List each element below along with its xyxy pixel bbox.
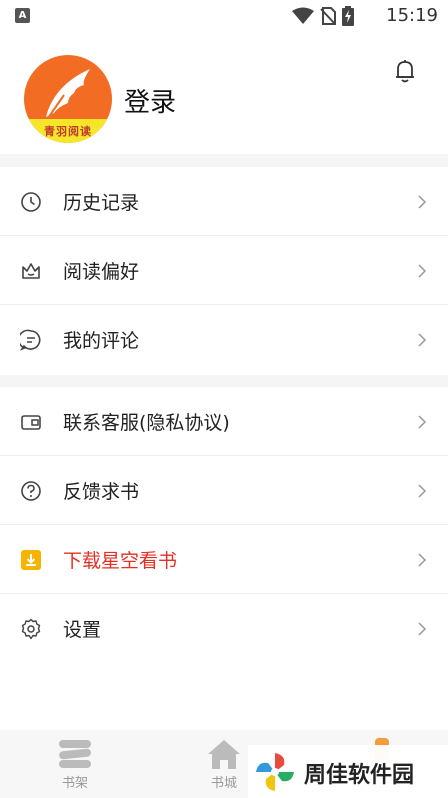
- a-letter-icon: A: [15, 8, 30, 23]
- chevron-right-icon: [418, 264, 427, 278]
- watermark-text: 周佳软件园: [304, 763, 415, 788]
- status-bar: A 15:19: [0, 0, 448, 32]
- menu-item-label: 设置: [63, 619, 102, 641]
- download-icon: [21, 550, 41, 570]
- tab-label: 书架: [61, 776, 88, 791]
- section-divider: [0, 375, 448, 387]
- chevron-right-icon: [418, 622, 427, 636]
- menu-item-customer-service[interactable]: 联系客服(隐私协议): [0, 387, 448, 456]
- menu-item-label: 联系客服(隐私协议): [63, 412, 230, 434]
- login-button[interactable]: 登录: [124, 82, 176, 119]
- pinwheel-logo-icon: [256, 753, 294, 791]
- menu-item-feedback[interactable]: 反馈求书: [0, 456, 448, 525]
- avatar[interactable]: 青羽阅读: [24, 55, 112, 143]
- menu-item-my-comments[interactable]: 我的评论: [0, 305, 448, 374]
- profile-header: 青羽阅读 登录: [0, 32, 448, 154]
- chevron-right-icon: [418, 484, 427, 498]
- menu-item-label: 下载星空看书: [63, 550, 178, 572]
- status-time: 15:19: [386, 5, 438, 26]
- menu-item-reading-preference[interactable]: 阅读偏好: [0, 236, 448, 305]
- no-sim-icon: [320, 7, 336, 25]
- wifi-icon: [292, 7, 314, 24]
- battery-charging-icon: [342, 6, 354, 26]
- chevron-right-icon: [418, 415, 427, 429]
- menu-item-history[interactable]: 历史记录: [0, 167, 448, 236]
- menu-item-label: 反馈求书: [63, 481, 140, 503]
- chevron-right-icon: [418, 553, 427, 567]
- clock-icon: [21, 192, 41, 212]
- menu-item-download-app[interactable]: 下载星空看书: [0, 525, 448, 594]
- section-divider: [0, 154, 448, 167]
- avatar-text: 青羽阅读: [44, 125, 92, 138]
- menu-item-settings[interactable]: 设置: [0, 594, 448, 663]
- chevron-right-icon: [418, 333, 427, 347]
- question-icon: [21, 481, 41, 501]
- menu-item-label: 阅读偏好: [63, 261, 140, 283]
- wallet-icon: [21, 415, 41, 430]
- menu-item-label: 历史记录: [63, 192, 140, 214]
- bell-icon[interactable]: [394, 59, 416, 83]
- bookshelf-icon: [59, 740, 91, 768]
- menu-item-label: 我的评论: [63, 330, 140, 352]
- watermark: 周佳软件园: [248, 745, 448, 798]
- chevron-right-icon: [418, 195, 427, 209]
- comment-icon: [20, 329, 41, 351]
- crown-icon: [22, 263, 40, 279]
- gear-icon: [21, 618, 41, 640]
- home-icon: [208, 740, 240, 769]
- tab-bookshelf[interactable]: 书架: [0, 730, 150, 798]
- status-icons: [292, 6, 354, 26]
